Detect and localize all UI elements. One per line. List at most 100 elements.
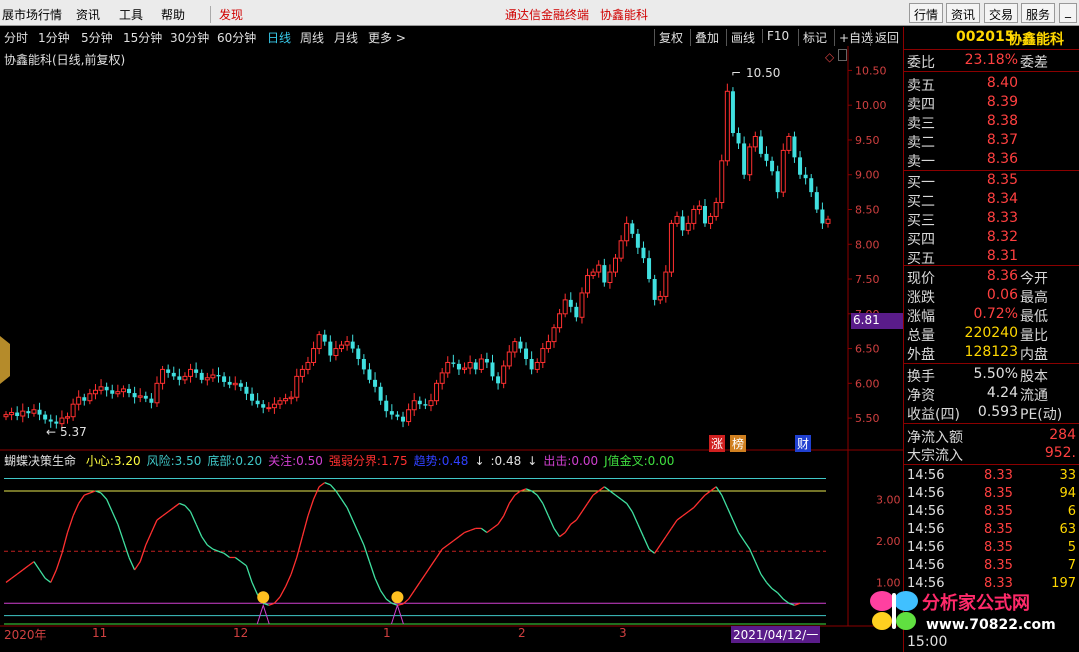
btn-overlay[interactable]: 叠加 [690, 29, 719, 46]
menu-tools[interactable]: 工具 [119, 6, 143, 23]
btn-adjust[interactable]: 复权 [654, 29, 683, 46]
btn-info[interactable]: 资讯 [946, 3, 981, 23]
btn-f10[interactable]: F10 [762, 29, 789, 43]
high-marker-icon: ⌐ [731, 66, 742, 80]
tick-row: 14:56 8.35 5 [907, 540, 1076, 555]
tf-5min[interactable]: 5分钟 [81, 29, 113, 46]
candle [730, 87, 735, 137]
indicator-param: 趋势:0.48 [413, 454, 469, 468]
sell-level-row: 卖五 8.40 [907, 75, 1018, 94]
watermark-url: www.70822.com [926, 617, 1056, 633]
candle [719, 154, 725, 209]
tf-monthly[interactable]: 月线 [334, 29, 358, 46]
candle [780, 143, 786, 197]
indicator-y-tick: 2.00 [876, 535, 901, 548]
ratio-value: 23.18% [964, 52, 1018, 68]
badge-finance[interactable]: 财 [795, 435, 812, 452]
minimize-icon[interactable]: _ [1059, 3, 1077, 23]
btn-add-watch[interactable]: +自选 [834, 29, 873, 46]
quote-row: 涨跌 0.06 最高 [907, 287, 1048, 306]
flow-row: 净流入额 284 [907, 427, 1076, 446]
indicator-param: ↓ [474, 454, 485, 468]
tick-row: 14:56 8.35 6 [907, 504, 1076, 519]
menu-discover[interactable]: 发现 [210, 6, 243, 23]
badge-ranking[interactable]: 榜 [730, 435, 747, 452]
tf-60min[interactable]: 60分钟 [217, 29, 256, 46]
app-title: 通达信金融终端 [505, 8, 590, 22]
sell-level-row: 卖三 8.38 [907, 113, 1018, 132]
flow-row: 大宗流入 952. [907, 445, 1076, 464]
chart-title: 协鑫能科(日线,前复权) [4, 53, 126, 67]
sell-level-row: 卖二 8.37 [907, 132, 1018, 151]
diamond-icon: ◇ [825, 50, 835, 64]
tf-intraday[interactable]: 分时 [4, 29, 28, 46]
stock-title: 协鑫能科 [600, 8, 649, 22]
high-label: 10.50 [746, 66, 781, 80]
tf-daily[interactable]: 日线 [267, 29, 291, 46]
y-tick-label: 8.00 [855, 238, 880, 251]
x-label-12: 12 [233, 626, 249, 640]
tick-row: 14:56 8.35 7 [907, 558, 1076, 573]
y-tick-label: 9.50 [855, 134, 880, 147]
tf-15min[interactable]: 15分钟 [123, 29, 162, 46]
candle [668, 219, 674, 277]
btn-trade[interactable]: 交易 [984, 3, 1019, 23]
low-marker-icon: ← [46, 425, 57, 439]
menu-help[interactable]: 帮助 [161, 6, 185, 23]
y-tick-label: 8.50 [855, 203, 880, 216]
btn-back[interactable]: 返回 [870, 29, 899, 46]
buy-level-row: 买一 8.35 [907, 172, 1018, 191]
chart-area[interactable]: 10.5010.009.509.008.508.007.507.006.506.… [0, 46, 903, 652]
indicator-param: 底部:0.20 [207, 454, 263, 468]
quote-row: 外盘 128123 内盘 [907, 344, 1048, 363]
fundamental-row: 收益(四) 0.593 PE(动) [907, 404, 1063, 423]
x-label-1: 1 [383, 626, 391, 640]
indicator-param: 关注:0.50 [268, 454, 323, 468]
butterfly-logo-icon [870, 591, 918, 630]
buy-level-row: 买三 8.33 [907, 210, 1018, 229]
indicator-legend: 蝴蝶决策生命 小心:3.20 风险:3.50 底部:0.20 关注:0.50 强弱分界:… [4, 452, 674, 469]
tf-30min[interactable]: 30分钟 [170, 29, 209, 46]
tick-row: 14:56 8.35 94 [907, 486, 1076, 501]
y-tick-label: 7.50 [855, 273, 880, 286]
indicator-param: J值金叉:0.00 [604, 454, 675, 468]
candle [724, 83, 730, 166]
indicator-name: 蝴蝶决策生命 [4, 454, 77, 468]
quote-row: 现价 8.36 今开 [907, 268, 1048, 287]
buy-level-row: 买五 8.31 [907, 248, 1018, 267]
watermark-title: 分析家公式网 [922, 593, 1030, 614]
quote-sidebar: 002015 协鑫能科 委比 23.18% 委差 卖五 8.40 卖四 8.39 卖三 8… [903, 27, 1079, 652]
indicator-param: 小心:3.20 [85, 454, 141, 468]
fundamental-row: 换手 5.50% 股本 [907, 366, 1048, 385]
y-tick-label: 6.50 [855, 343, 880, 356]
tf-more[interactable]: 更多 > [368, 29, 406, 46]
fundamental-row: 净资 4.24 流通 [907, 385, 1048, 404]
menu-market[interactable]: 展市场行情 [2, 6, 62, 23]
x-label-11: 11 [92, 626, 108, 640]
low-label: 5.37 [60, 425, 87, 439]
quote-row: 总量 220240 量比 [907, 325, 1048, 344]
btn-quote[interactable]: 行情 [909, 3, 944, 23]
indicator-param: 强弱分界:1.75 [328, 454, 408, 468]
indicator-y-tick: 3.00 [876, 493, 901, 506]
menu-news[interactable]: 资讯 [76, 6, 100, 23]
indicator-param: :0.48 [490, 454, 522, 468]
indicator-param: 风险:3.50 [146, 454, 202, 468]
x-label-2: 2 [518, 626, 526, 640]
y-tick-label: 6.00 [855, 377, 880, 390]
quote-row: 涨幅 0.72% 最低 [907, 306, 1048, 325]
tick-row: 14:56 8.35 63 [907, 522, 1076, 537]
collapse-handle-icon[interactable] [0, 336, 10, 384]
sell-level-row: 卖一 8.36 [907, 151, 1018, 170]
badge-limit-up[interactable]: 涨 [709, 435, 726, 452]
scroll-icon[interactable] [838, 49, 847, 61]
stock-code: 002015 [956, 29, 1015, 45]
tf-1min[interactable]: 1分钟 [38, 29, 70, 46]
x-label-3: 3 [619, 626, 627, 640]
btn-mark[interactable]: 标记 [798, 29, 827, 46]
alert-face-icon [391, 591, 404, 604]
btn-service[interactable]: 服务 [1021, 3, 1056, 23]
tf-weekly[interactable]: 周线 [300, 29, 324, 46]
top-menubar: 展市场行情 资讯 工具 帮助 发现 通达信金融终端 协鑫能科 行情 资讯 交易 … [0, 0, 1079, 26]
btn-draw[interactable]: 画线 [726, 29, 755, 46]
